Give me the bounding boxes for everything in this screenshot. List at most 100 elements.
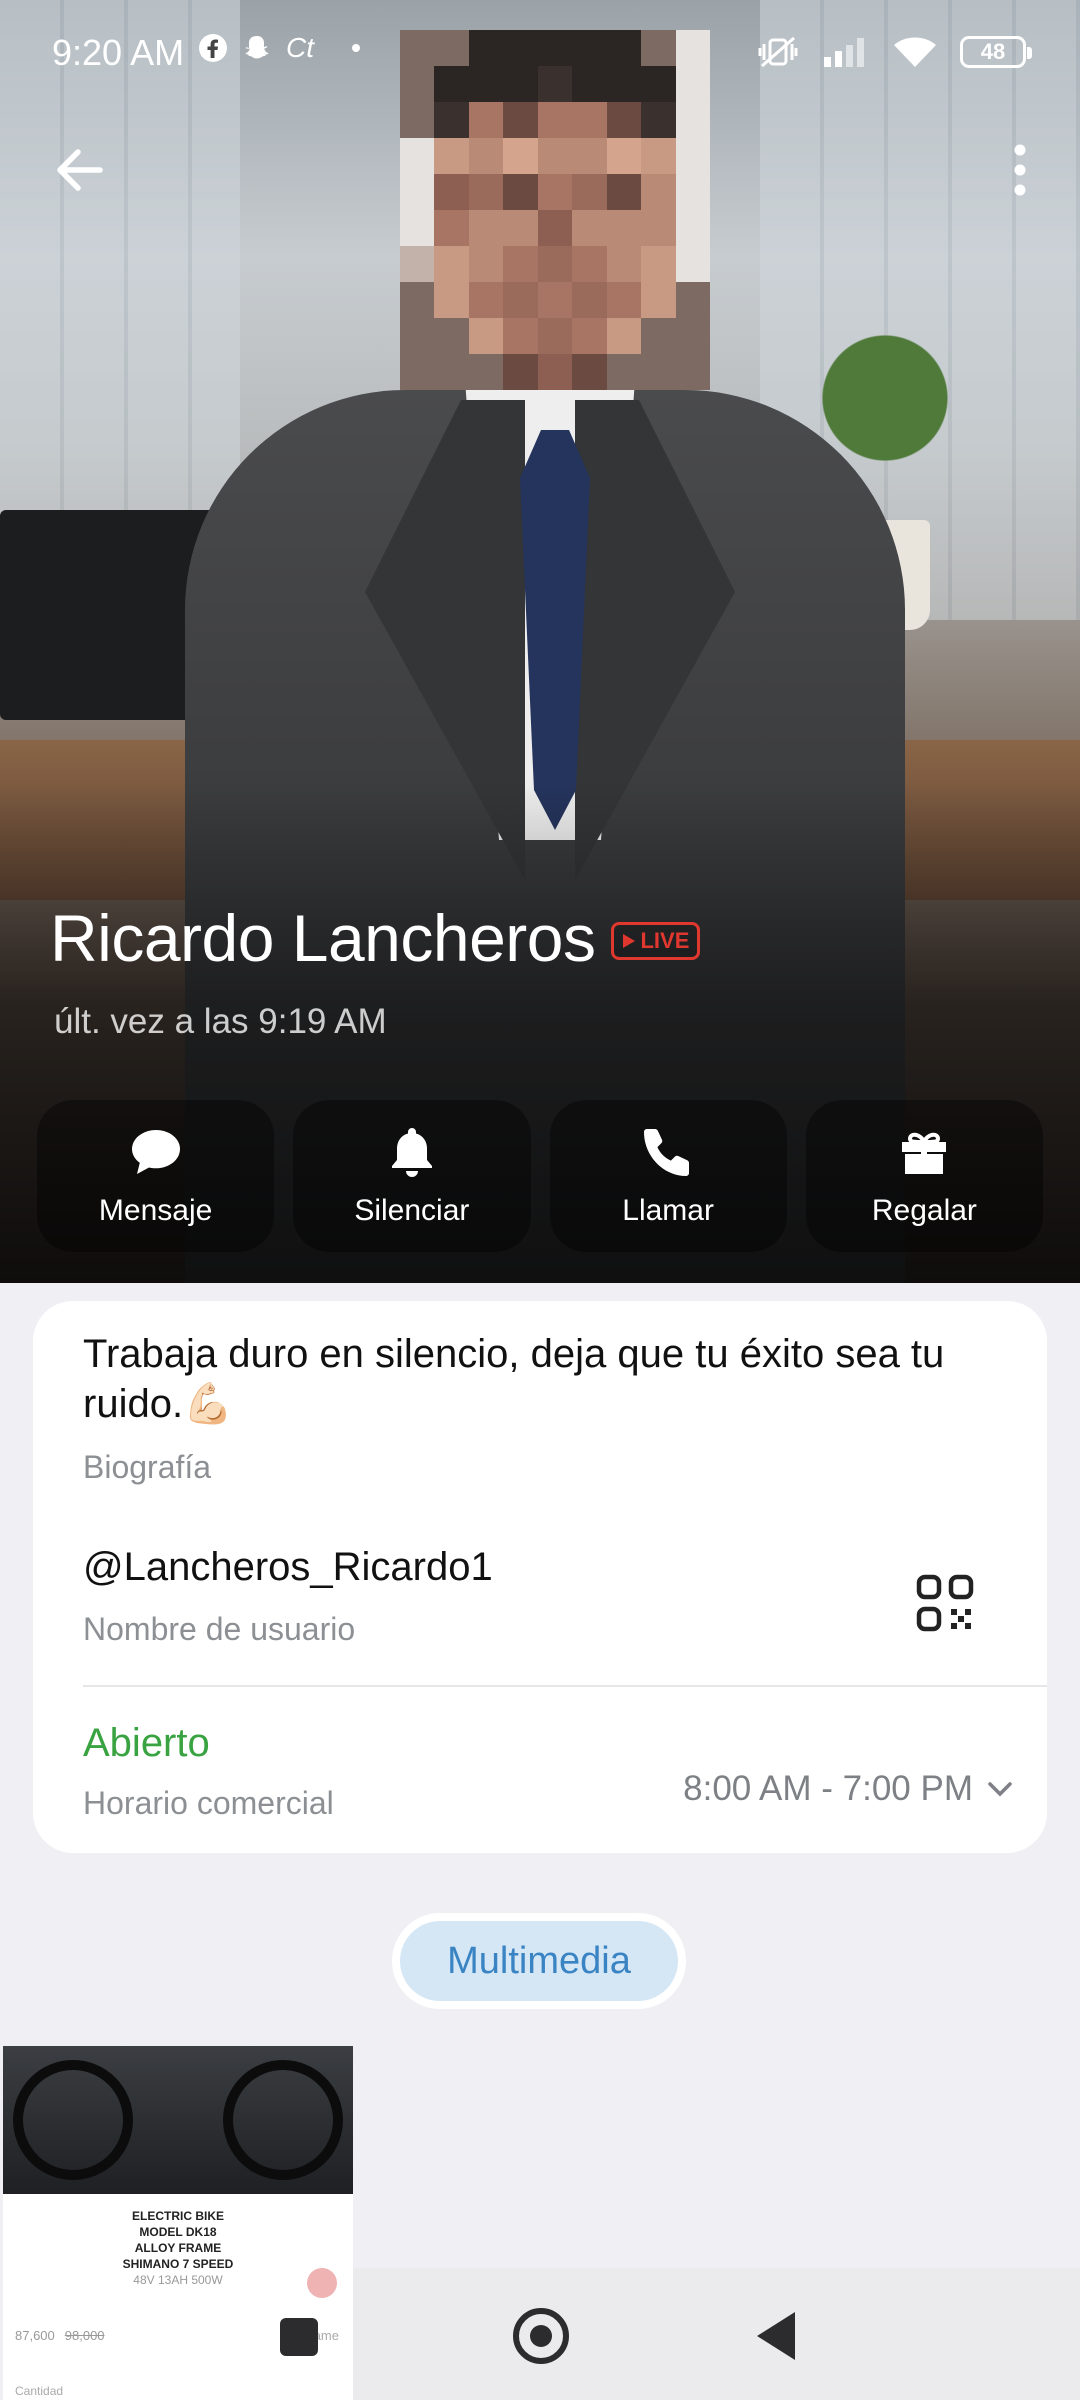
face-pixel (572, 246, 607, 282)
call-button[interactable]: Llamar (549, 1100, 787, 1252)
last-seen-status: últ. vez a las 9:19 AM (54, 1002, 387, 1041)
username-text[interactable]: @Lancheros_Ricardo1 (83, 1545, 493, 1590)
business-hours-status[interactable]: Abierto (83, 1721, 210, 1766)
business-hours-label: Horario comercial (83, 1785, 334, 1821)
profile-actions: Mensaje Silenciar Llamar Regalar (37, 1100, 1043, 1252)
face-pixel (641, 210, 676, 246)
face-pixel (537, 210, 573, 246)
bio-label: Biografía (83, 1449, 212, 1485)
face-pixel (641, 318, 676, 354)
face-pixel (606, 210, 642, 246)
thumb-caption: ELECTRIC BIKE MODEL DK18 ALLOY FRAME SHI… (3, 2208, 353, 2288)
muted-vibrate-icon (758, 36, 798, 68)
thumb-price: 87,600 98,000 (15, 2328, 105, 2343)
face-pixel (400, 210, 435, 246)
face-pixel (434, 318, 469, 354)
message-button[interactable]: Mensaje (37, 1100, 275, 1252)
face-pixel (503, 282, 538, 318)
face-pixel (434, 210, 469, 246)
back-arrow-icon[interactable] (48, 138, 112, 202)
face-pixel (468, 282, 504, 318)
face-pixel (537, 282, 573, 318)
gift-button[interactable]: Regalar (805, 1100, 1043, 1252)
thumb-line: MODEL DK18 (139, 2225, 217, 2239)
qr-code-icon[interactable] (915, 1573, 975, 1633)
message-icon (131, 1130, 180, 1174)
thumb-line: ELECTRIC BIKE (131, 2209, 224, 2223)
bike-wheel (13, 2060, 133, 2180)
face-pixel (468, 246, 504, 282)
face-pixel (434, 354, 469, 390)
face-pixel (400, 318, 435, 354)
face-pixel (641, 246, 676, 282)
status-bar: 9:20 AM Ct 48 (0, 0, 1080, 108)
face-pixel (503, 318, 538, 354)
live-badge[interactable]: LIVE (611, 922, 701, 960)
battery-indicator: 48 (960, 36, 1032, 68)
back-triangle-icon[interactable] (757, 2312, 795, 2360)
home-icon[interactable] (513, 2308, 569, 2364)
facebook-icon (199, 34, 227, 62)
mute-button[interactable]: Silenciar (293, 1100, 531, 1252)
call-button-label: Llamar (622, 1194, 714, 1227)
face-pixel (606, 282, 642, 318)
tab-multimedia[interactable]: Multimedia (400, 1921, 678, 2001)
more-options-icon[interactable] (990, 138, 1050, 202)
bio-text[interactable]: Trabaja duro en silencio, deja que tu éx… (83, 1329, 1003, 1429)
face-pixel (606, 354, 642, 390)
profile-name: Ricardo Lancheros (50, 901, 596, 975)
face-pixel (400, 246, 435, 282)
system-icons: 48 (756, 34, 1032, 70)
business-hours-dropdown[interactable]: 8:00 AM - 7:00 PM (683, 1769, 1013, 1809)
thumb-old-price: 98,000 (64, 2328, 105, 2343)
face-pixel (434, 282, 469, 318)
face-pixel (675, 246, 710, 282)
face-pixel (503, 246, 538, 282)
face-pixel (468, 354, 504, 390)
thumb-quantity-label: Cantidad (15, 2384, 64, 2398)
media-tabs: Multimedia (392, 1913, 686, 2009)
face-pixel (400, 354, 435, 390)
face-pixel (675, 318, 710, 354)
face-pixel (468, 318, 504, 354)
mute-button-label: Silenciar (354, 1194, 470, 1227)
face-pixel (675, 210, 710, 246)
divider (83, 1685, 1047, 1687)
wifi-icon (894, 37, 936, 67)
gift-button-label: Regalar (871, 1194, 977, 1227)
face-pixel (572, 318, 607, 354)
bike-photo (3, 2046, 353, 2194)
chevron-down-icon (988, 1782, 1012, 1797)
phone-icon (644, 1129, 690, 1176)
recents-icon[interactable] (280, 2318, 318, 2356)
gift-icon (902, 1132, 947, 1174)
system-navigation-bar (280, 2268, 1080, 2400)
username-label: Nombre de usuario (83, 1611, 356, 1647)
thumb-line: ALLOY FRAME (134, 2241, 222, 2255)
thumb-line: SHIMANO 7 SPEED (122, 2257, 234, 2271)
face-pixel (572, 354, 607, 390)
thumbs-up-icon (307, 2268, 337, 2298)
notification-icons: Ct (198, 32, 360, 64)
face-pixel (468, 210, 504, 246)
bike-wheel (223, 2060, 343, 2180)
bell-icon (391, 1128, 432, 1177)
face-pixel (606, 318, 642, 354)
face-pixel (537, 354, 573, 390)
status-time: 9:20 AM (52, 32, 185, 73)
face-pixel (641, 354, 676, 390)
face-pixel (572, 282, 607, 318)
message-button-label: Mensaje (98, 1194, 213, 1227)
ct-icon: Ct (286, 32, 314, 63)
snapchat-icon (245, 36, 269, 59)
header-toolbar (0, 130, 1080, 210)
face-pixel (606, 246, 642, 282)
face-pixel (641, 282, 676, 318)
business-hours-range: 8:00 AM - 7:00 PM (683, 1769, 973, 1808)
signal-icon (824, 38, 864, 67)
face-pixel (537, 246, 573, 282)
profile-info-card: Trabaja duro en silencio, deja que tu éx… (33, 1301, 1047, 1853)
thumb-price-value: 87,600 (15, 2328, 55, 2343)
play-icon (623, 934, 636, 948)
dot-icon (352, 44, 360, 52)
